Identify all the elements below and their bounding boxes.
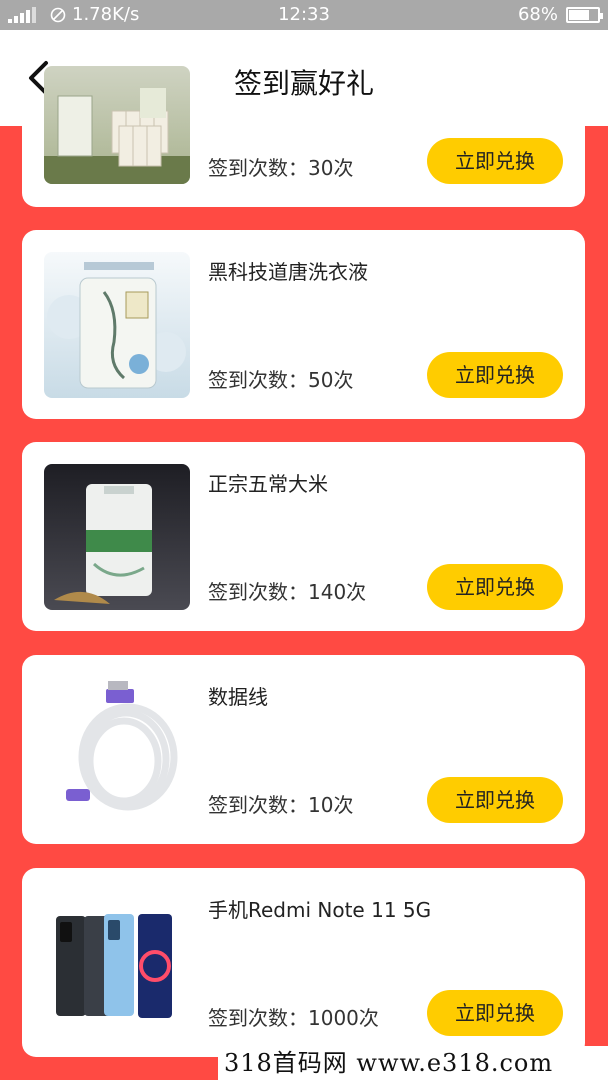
checkin-count: 签到次数：50次 — [208, 368, 354, 392]
battery-percent: 68% — [517, 4, 558, 25]
product-card-detergent: 黑科技道唐洗衣液 签到次数：50次 立即兑换 — [22, 230, 585, 419]
usb-cable-image — [44, 677, 190, 823]
checkin-count: 签到次数：1000次 — [208, 1006, 379, 1030]
rice-bag-image — [44, 464, 190, 610]
checkin-count: 签到次数：140次 — [208, 580, 367, 604]
tissue-rolls-image — [44, 66, 190, 184]
redeem-button[interactable]: 立即兑换 — [427, 777, 563, 823]
product-card-rice: 正宗五常大米 签到次数：140次 立即兑换 — [22, 442, 585, 631]
redeem-button[interactable]: 立即兑换 — [427, 138, 563, 184]
product-name: 数据线 — [208, 685, 268, 709]
redeem-button[interactable]: 立即兑换 — [427, 990, 563, 1036]
product-name: 正宗五常大米 — [208, 472, 328, 496]
status-time: 12:33 — [278, 4, 330, 25]
product-card-cable: 数据线 签到次数：10次 立即兑换 — [22, 655, 585, 844]
redeem-button[interactable]: 立即兑换 — [427, 352, 563, 398]
watermark: 318首码网 www.e318.com — [218, 1046, 608, 1080]
checkin-count: 签到次数：30次 — [208, 156, 354, 180]
product-card-tissue: 签到次数：30次 立即兑换 — [22, 66, 585, 207]
battery-icon — [566, 6, 603, 23]
product-name: 黑科技道唐洗衣液 — [208, 260, 368, 284]
checkin-count: 签到次数：10次 — [208, 793, 354, 817]
product-name: 手机Redmi Note 11 5G — [208, 898, 432, 922]
status-right: 68% — [517, 4, 603, 25]
smartphones-image — [44, 890, 190, 1036]
status-bar: 1.78K/s 12:33 68% — [0, 0, 608, 30]
redeem-button[interactable]: 立即兑换 — [427, 564, 563, 610]
detergent-bag-image — [44, 252, 190, 398]
product-card-phone: 手机Redmi Note 11 5G 签到次数：1000次 立即兑换 — [22, 868, 585, 1057]
